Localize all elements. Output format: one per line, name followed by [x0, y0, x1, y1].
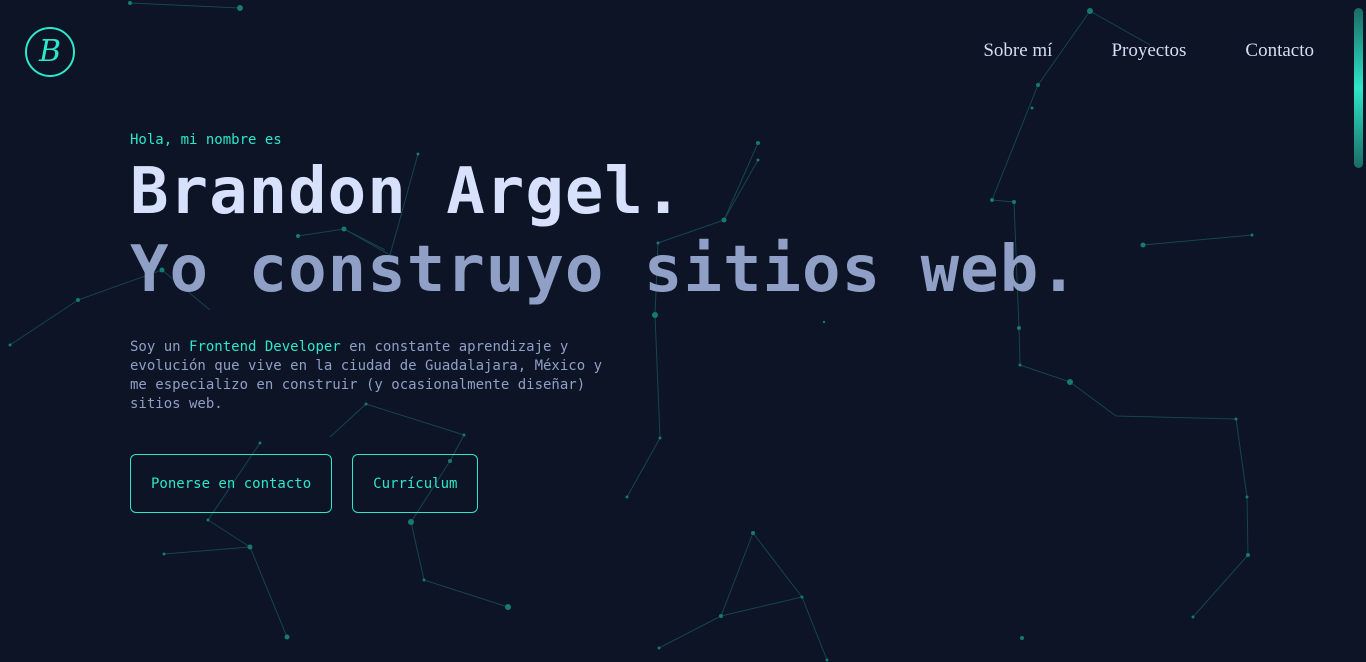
contact-button[interactable]: Ponerse en contacto [130, 454, 333, 513]
logo[interactable]: B [25, 27, 75, 77]
page-scrollbar[interactable] [1352, 0, 1366, 662]
hero-tagline: Yo construyo sitios web. [130, 233, 1079, 307]
intro-highlight-role: Frontend Developer [189, 339, 341, 355]
scrollbar-thumb[interactable] [1354, 8, 1363, 168]
intro-text-before: Soy un [130, 339, 190, 355]
hero-name: Brandon Argel. [130, 155, 684, 229]
hero-buttons: Ponerse en contacto Currículum [130, 454, 1079, 513]
nav-link-about[interactable]: Sobre mí [983, 40, 1052, 62]
nav-link-contact[interactable]: Contacto [1245, 40, 1314, 62]
hero-section: Hola, mi nombre es Brandon Argel. Yo con… [130, 132, 1079, 513]
nav-link-projects[interactable]: Proyectos [1111, 40, 1186, 62]
main-nav: Sobre mí Proyectos Contacto [983, 40, 1314, 62]
hero-intro: Soy un Frontend Developer en constante a… [130, 338, 620, 414]
logo-letter: B [38, 34, 62, 69]
resume-button[interactable]: Currículum [352, 454, 479, 513]
page: B Sobre mí Proyectos Contacto Hola, mi n… [0, 0, 1366, 662]
hero-greeting: Hola, mi nombre es [130, 132, 282, 148]
